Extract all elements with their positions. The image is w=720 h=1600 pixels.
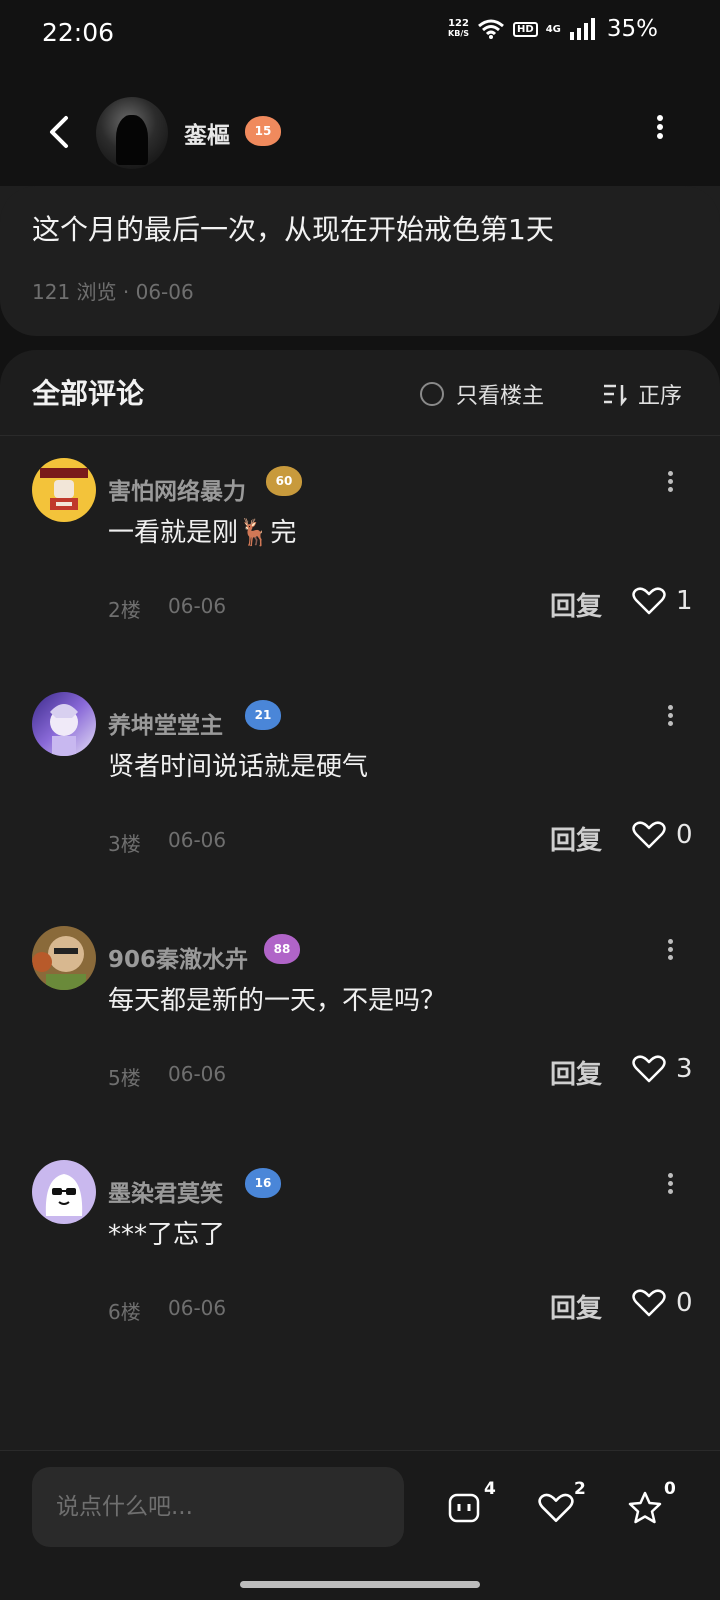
comment-text: 贤者时间说话就是硬气 (108, 752, 369, 782)
comment-date: 06-06 (168, 828, 227, 852)
bottom-action-bar: 4 2 0 (0, 1450, 720, 1600)
comment-date: 06-06 (168, 594, 227, 618)
heart-icon[interactable] (632, 820, 666, 850)
wifi-icon (478, 19, 504, 39)
comment-item: 养坤堂堂主 21 贤者时间说话就是硬气 3楼 06-06 回复 0 (0, 692, 720, 922)
comment-level-badge: 21 (245, 700, 281, 730)
hd-badge: HD (513, 21, 538, 37)
battery-level: 35% (606, 16, 658, 42)
comment-level-badge: 88 (264, 934, 300, 964)
like-count: 0 (676, 820, 693, 850)
post-card: 这个月的最后一次，从现在开始戒色第1天 121 浏览 · 06-06 (0, 186, 720, 336)
comment-level-badge: 16 (245, 1168, 281, 1198)
signal-icon (569, 18, 595, 40)
face-avatar-icon[interactable] (32, 926, 96, 990)
status-time: 22:06 (42, 18, 115, 47)
comment-input[interactable] (32, 1467, 404, 1547)
comments-section: 全部评论 只看楼主 正序 害怕网络暴力 60 一看就是刚🦌完 2楼 06-06 … (0, 350, 720, 1460)
sort-icon (604, 384, 627, 406)
comment-action[interactable]: 4 (448, 1479, 508, 1535)
comments-header: 全部评论 只看楼主 正序 (0, 350, 720, 436)
more-options-icon[interactable] (654, 112, 666, 148)
comment-more-icon[interactable] (664, 1170, 676, 1206)
comment-item: 墨染君莫笑 16 ***了忘了 6楼 06-06 回复 0 (0, 1160, 720, 1390)
status-icons: 122 KB/S HD 4G 35% (448, 16, 658, 42)
heart-icon[interactable] (632, 1288, 666, 1318)
sort-label: 正序 (638, 384, 683, 409)
favorite-count: 0 (664, 1479, 676, 1499)
heart-icon[interactable] (632, 1054, 666, 1084)
comment-floor: 5楼 (108, 1066, 141, 1090)
comment-item: 906秦澈水卉 88 每天都是新的一天，不是吗？ 5楼 06-06 回复 3 (0, 926, 720, 1156)
comment-item: 害怕网络暴力 60 一看就是刚🦌完 2楼 06-06 回复 1 (0, 458, 720, 688)
comments-title: 全部评论 (32, 377, 145, 410)
comment-count: 4 (484, 1479, 496, 1499)
signal-type: 4G (545, 23, 561, 35)
star-icon (628, 1491, 662, 1524)
comment-text: 每天都是新的一天，不是吗？ (108, 986, 447, 1016)
comment-level-badge: 60 (266, 466, 302, 496)
favorite-action[interactable]: 0 (628, 1479, 688, 1535)
comment-more-icon[interactable] (664, 702, 676, 738)
like-count: 3 (676, 1054, 693, 1084)
reply-button[interactable]: 回复 (550, 1054, 602, 1091)
comment-user[interactable]: 墨染君莫笑 (108, 1174, 223, 1208)
like-count: 0 (676, 1288, 693, 1318)
comment-user[interactable]: 906秦澈水卉 (108, 940, 248, 974)
status-bar: 22:06 122 KB/S HD 4G 35% (0, 0, 720, 66)
fist-avatar-icon[interactable] (32, 458, 96, 522)
comment-text: 一看就是刚🦌完 (108, 518, 297, 548)
like-count: 1 (676, 586, 693, 616)
like-count: 2 (574, 1479, 586, 1499)
only-owner-toggle[interactable]: 只看楼主 (420, 378, 544, 410)
avatar-figure (116, 115, 148, 165)
post-title: 这个月的最后一次，从现在开始戒色第1天 (32, 213, 554, 246)
reply-button[interactable]: 回复 (550, 586, 602, 623)
comment-text: ***了忘了 (108, 1220, 226, 1250)
reply-button[interactable]: 回复 (550, 1288, 602, 1325)
author-avatar[interactable] (96, 97, 168, 169)
comment-date: 06-06 (168, 1296, 227, 1320)
comment-user[interactable]: 养坤堂堂主 (108, 706, 223, 740)
net-speed: 122 KB/S (448, 18, 470, 39)
comment-floor: 6楼 (108, 1300, 141, 1324)
like-action[interactable]: 2 (538, 1479, 598, 1535)
comment-date: 06-06 (168, 1062, 227, 1086)
comment-floor: 3楼 (108, 832, 141, 856)
radio-icon (420, 382, 444, 406)
author-name[interactable]: 銮樞 (184, 116, 230, 150)
comment-floor: 2楼 (108, 598, 141, 622)
heart-icon[interactable] (632, 586, 666, 616)
reply-button[interactable]: 回复 (550, 820, 602, 857)
heart-icon (538, 1493, 574, 1523)
anime-avatar-icon[interactable] (32, 692, 96, 756)
post-header: 銮樞 15 (0, 92, 720, 172)
back-icon[interactable] (40, 112, 80, 152)
author-level-badge: 15 (245, 116, 281, 146)
comment-user[interactable]: 害怕网络暴力 (108, 472, 246, 506)
comment-more-icon[interactable] (664, 936, 676, 972)
home-indicator (240, 1581, 480, 1588)
post-meta: 121 浏览 · 06-06 (32, 280, 194, 304)
comment-more-icon[interactable] (664, 468, 676, 504)
comment-icon (448, 1493, 480, 1523)
only-owner-label: 只看楼主 (456, 384, 545, 409)
sort-toggle[interactable]: 正序 (602, 378, 682, 410)
sunglasses-avatar-icon[interactable] (32, 1160, 96, 1224)
